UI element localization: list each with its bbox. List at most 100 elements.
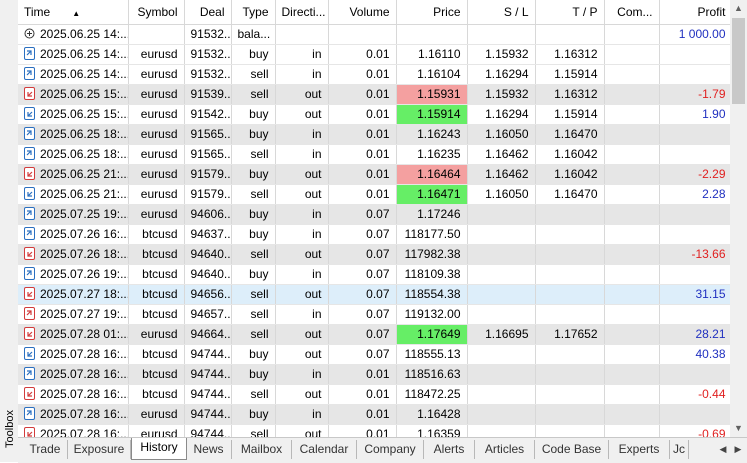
tab-mailbox[interactable]: Mailbox: [232, 440, 292, 459]
column-header-type[interactable]: Type: [231, 0, 276, 25]
time-text: 2025.07.28 16:...: [40, 427, 128, 437]
table-row[interactable]: 2025.06.25 14:... eurusd 91532... buy in 0.01…: [18, 44, 730, 65]
column-header-volume[interactable]: Volume: [328, 0, 397, 25]
cell-symbol: btcusd: [128, 364, 185, 385]
table-row[interactable]: 2025.06.25 14:... 91532... bala... 1 000.00: [18, 24, 730, 45]
table-row[interactable]: 2025.07.26 19:... btcusd 94640... buy in 0.07…: [18, 264, 730, 285]
cell-sl: [467, 264, 536, 285]
table-row[interactable]: 2025.07.27 18:... btcusd 94656... sell out 0.…: [18, 284, 730, 305]
cell-tp: [535, 344, 605, 365]
deal-out-arrow-icon: [24, 87, 35, 100]
scrollbar-thumb[interactable]: [732, 18, 745, 104]
column-header-price[interactable]: Price: [396, 0, 468, 25]
deal-out-arrow-icon: [24, 167, 35, 180]
cell-sl: [467, 24, 536, 45]
table-row[interactable]: 2025.06.25 15:... eurusd 91542... buy out 0.0…: [18, 104, 730, 125]
cell-deal: 91542...: [184, 104, 232, 125]
column-header-tp[interactable]: T / P: [535, 0, 605, 25]
deal-in-arrow-icon: [24, 67, 35, 80]
table-row[interactable]: 2025.07.25 19:... eurusd 94606... buy in 0.07…: [18, 204, 730, 225]
table-row[interactable]: 2025.07.26 16:... btcusd 94637... buy in 0.07…: [18, 224, 730, 245]
cell-profit: -0.69: [659, 424, 730, 437]
table-row[interactable]: 2025.06.25 14:... eurusd 91532... sell in 0.0…: [18, 64, 730, 85]
column-header-symbol[interactable]: Symbol: [128, 0, 185, 25]
column-header-time[interactable]: Time ▲: [18, 0, 129, 25]
table-row[interactable]: 2025.06.25 21:... eurusd 91579... sell out 0.…: [18, 184, 730, 205]
column-header-comment[interactable]: Com...: [604, 0, 660, 25]
cell-direction: in: [275, 304, 329, 325]
cell-sl: [467, 224, 536, 245]
scroll-down-arrow-icon[interactable]: ▼: [730, 420, 747, 437]
table-row[interactable]: 2025.07.26 18:... btcusd 94640... sell out 0.…: [18, 244, 730, 265]
time-text: 2025.06.25 18:...: [40, 127, 128, 141]
time-text: 2025.07.26 16:...: [40, 227, 128, 241]
cell-volume: 0.01: [328, 124, 397, 145]
table-row[interactable]: 2025.07.28 16:... btcusd 94744... sell out 0.…: [18, 384, 730, 405]
cell-symbol: btcusd: [128, 304, 185, 325]
table-row[interactable]: 2025.07.28 01:... eurusd 94664... sell out 0.…: [18, 324, 730, 345]
cell-tp: [535, 204, 605, 225]
cell-price: 118109.38: [396, 264, 468, 285]
deal-in-arrow-icon: [24, 367, 35, 380]
cell-comment: [604, 204, 660, 225]
tab-history[interactable]: History: [131, 438, 187, 460]
cell-volume: 0.01: [328, 384, 397, 405]
tab-code-base[interactable]: Code Base: [535, 440, 609, 459]
cell-comment: [604, 244, 660, 265]
table-row[interactable]: 2025.06.25 18:... eurusd 91565... buy in 0.01…: [18, 124, 730, 145]
cell-type: buy: [231, 124, 276, 145]
cell-type: sell: [231, 64, 276, 85]
cell-symbol: btcusd: [128, 284, 185, 305]
cell-volume: 0.01: [328, 404, 397, 425]
cell-price: 1.17649: [396, 324, 468, 345]
vertical-scrollbar[interactable]: ▲ ▼: [730, 0, 747, 437]
deal-in-arrow-icon: [24, 47, 35, 60]
scroll-up-arrow-icon[interactable]: ▲: [730, 0, 747, 17]
table-row[interactable]: 2025.06.25 18:... eurusd 91565... sell in 0.0…: [18, 144, 730, 165]
cell-type: sell: [231, 284, 276, 305]
cell-direction: in: [275, 124, 329, 145]
cell-deal: 91532...: [184, 64, 232, 85]
cell-sl: [467, 304, 536, 325]
table-row[interactable]: 2025.07.28 16:... eurusd 94744... buy in 0.01…: [18, 404, 730, 425]
column-header-sl[interactable]: S / L: [467, 0, 536, 25]
tab-company[interactable]: Company: [357, 440, 424, 459]
tab-exposure[interactable]: Exposure: [68, 440, 131, 459]
time-text: 2025.07.26 19:...: [40, 267, 128, 281]
tab-articles[interactable]: Articles: [475, 440, 535, 459]
cell-tp: 1.16042: [535, 144, 605, 165]
table-row[interactable]: 2025.06.25 15:... eurusd 91539... sell out 0.…: [18, 84, 730, 105]
cell-deal: 91532...: [184, 44, 232, 65]
cell-price: 1.16359: [396, 424, 468, 437]
cell-price: 118177.50: [396, 224, 468, 245]
tab-scroll-left-icon[interactable]: ◀: [716, 441, 730, 458]
cell-time: 2025.07.27 19:...: [18, 304, 129, 325]
column-header-direction[interactable]: Directi...: [275, 0, 329, 25]
cell-deal: 94744...: [184, 424, 232, 437]
cell-type: buy: [231, 404, 276, 425]
table-row[interactable]: 2025.06.25 21:... eurusd 91579... buy out 0.0…: [18, 164, 730, 185]
column-header-profit[interactable]: Profit: [659, 0, 730, 25]
toolbox-sidebar[interactable]: Toolbox: [0, 0, 19, 462]
cell-price: 117982.38: [396, 244, 468, 265]
tab-alerts[interactable]: Alerts: [424, 440, 475, 459]
tab-trade[interactable]: Trade: [23, 440, 68, 459]
tab-calendar[interactable]: Calendar: [292, 440, 357, 459]
tab-experts[interactable]: Experts: [609, 440, 670, 459]
tab-news[interactable]: News: [186, 440, 232, 459]
table-row[interactable]: 2025.07.28 16:... btcusd 94744... buy in 0.01…: [18, 364, 730, 385]
cell-time: 2025.06.25 18:...: [18, 144, 129, 165]
cell-comment: [604, 24, 660, 45]
cell-sl: 1.16050: [467, 124, 536, 145]
cell-direction: in: [275, 364, 329, 385]
column-header-deal[interactable]: Deal: [184, 0, 232, 25]
cell-symbol: eurusd: [128, 84, 185, 105]
cell-time: 2025.07.26 16:...: [18, 224, 129, 245]
tab-scroll-right-icon[interactable]: ▶: [731, 441, 745, 458]
table-row[interactable]: 2025.07.28 16:... eurusd 94744... sell out 0.…: [18, 424, 730, 437]
tab-jc[interactable]: Jc: [670, 440, 689, 459]
cell-direction: in: [275, 224, 329, 245]
table-row[interactable]: 2025.07.28 16:... btcusd 94744... buy out 0.0…: [18, 344, 730, 365]
cell-symbol: eurusd: [128, 164, 185, 185]
table-row[interactable]: 2025.07.27 19:... btcusd 94657... sell in 0.0…: [18, 304, 730, 325]
